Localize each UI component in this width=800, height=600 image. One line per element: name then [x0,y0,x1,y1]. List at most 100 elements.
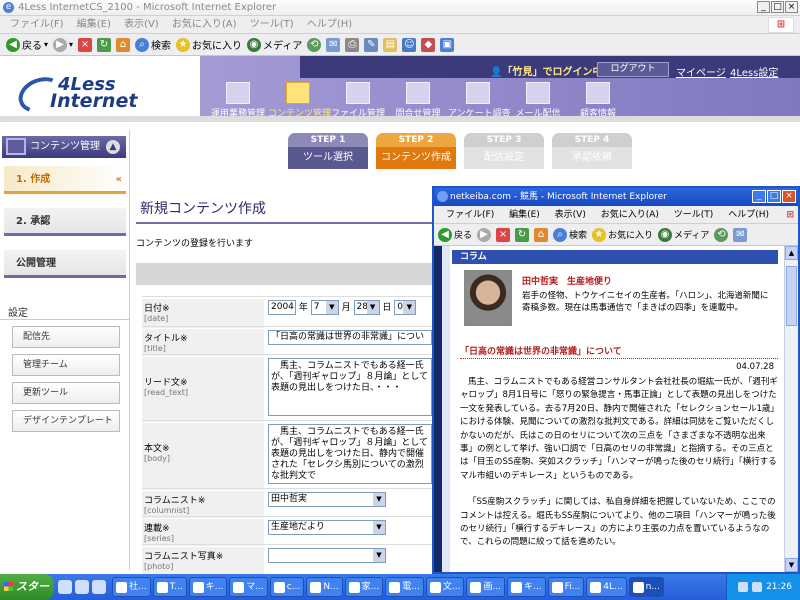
search-button[interactable]: ⌕ 検索 [135,37,171,52]
task-button[interactable]: 家... [344,577,384,597]
scroll-down-icon[interactable]: ▼ [785,558,798,572]
popup-menu-file[interactable]: ファイル(F) [446,210,494,220]
menu-favorites[interactable]: お気に入り(A) [172,19,237,30]
task-button[interactable]: N... [306,577,343,597]
title-input[interactable]: 「日高の常識は世界の非常識」につい [268,330,432,345]
task-button[interactable]: キ... [188,577,228,597]
task-button[interactable]: マ... [229,577,268,597]
back-button[interactable]: ◀ 戻る ▾ [6,37,48,52]
history-icon[interactable]: ⟲ [714,227,729,242]
menu-help[interactable]: ヘルプ(H) [307,19,352,30]
forward-arrow-icon[interactable]: ▶ [477,227,492,242]
sidebar-sub-team[interactable]: 管理チーム [12,354,120,376]
mail-icon[interactable]: ✉ [326,37,341,52]
popup-back-button[interactable]: ◀ 戻る [438,227,472,242]
refresh-icon[interactable]: ↻ [97,37,112,52]
nav-inquiry[interactable]: 問合せ管理 [388,82,448,119]
nav-survey[interactable]: アンケート調査 [448,82,511,119]
nav-customer[interactable]: 顧客情報 [568,82,628,119]
refresh-icon[interactable]: ↻ [515,227,530,242]
nav-mail[interactable]: メール配信 [508,82,568,119]
step-1[interactable]: STEP 1 ツール選択 [288,133,368,169]
nav-content[interactable]: コンテンツ管理 [268,82,331,119]
popup-minimize-button[interactable]: _ [752,190,766,203]
task-button[interactable]: Fi... [547,577,585,597]
lead-textarea[interactable]: 馬主、コラムニストでもある経一氏が、「週刊ギャロップ」８月論」として表題の見出し… [268,358,432,416]
popup-menu-edit[interactable]: 編集(E) [509,210,540,220]
favorites-button[interactable]: ★ お気に入り [176,37,242,52]
menu-edit[interactable]: 編集(E) [77,19,111,30]
media-button[interactable]: ◉ メディア [247,37,302,52]
logout-button[interactable]: ログアウト [597,62,669,77]
task-button-active[interactable]: n... [628,577,664,597]
quicklaunch-ie-icon[interactable] [58,580,72,594]
menu-view[interactable]: 表示(V) [124,19,159,30]
task-button[interactable]: 画... [466,577,506,597]
settings-link[interactable]: 4Less設定 [730,64,778,79]
folder-icon[interactable]: ▣ [440,37,455,52]
nav-operations[interactable]: 運用業務管理 [208,82,268,119]
minimize-button[interactable]: _ [757,1,770,13]
sidebar-sub-destination[interactable]: 配信先 [12,326,120,348]
series-select[interactable]: 生産地だより ▼ [268,520,386,535]
columnist-select[interactable]: 田中哲実 ▼ [268,492,386,507]
popup-scrollbar[interactable]: ▲ ▼ [784,246,798,572]
mail-icon[interactable]: ✉ [733,227,748,242]
research-icon[interactable]: ◆ [421,37,436,52]
sidebar-item-create[interactable]: 1. 作成 « [4,166,126,194]
discuss-icon[interactable]: ▤ [383,37,398,52]
scroll-thumb[interactable] [786,266,797,326]
print-icon[interactable]: ⎙ [345,37,360,52]
collapse-up-icon[interactable]: ▲ [106,140,120,154]
maximize-button[interactable]: □ [771,1,784,13]
sidebar-item-publish[interactable]: 公開管理 [4,250,126,278]
task-button[interactable]: キ... [507,577,546,597]
hour-select[interactable]: 0 ▼ [394,300,417,315]
body-textarea[interactable]: 馬主、コラムニストでもある経一氏が、「週刊ギャロップ」８月論」として表題の見出し… [268,424,432,484]
popup-search-button[interactable]: ⌕ 検索 [553,227,587,242]
popup-close-button[interactable]: × [782,190,796,203]
task-button[interactable]: 社... [112,577,151,597]
sidebar-item-approve[interactable]: 2. 承認 [4,208,126,236]
nav-files[interactable]: ファイル管理 [328,82,388,119]
tray-network-icon[interactable] [738,582,749,592]
day-select[interactable]: 28 ▼ [353,300,380,315]
tray-volume-icon[interactable] [752,582,763,592]
sidebar-sub-template[interactable]: デザインテンプレート [12,410,120,432]
messenger-icon[interactable]: ☺ [402,37,417,52]
popup-media-button[interactable]: ◉ メディア [658,227,709,242]
home-icon[interactable]: ⌂ [534,227,549,242]
menu-file[interactable]: ファイル(F) [10,19,64,30]
task-button[interactable]: T... [152,577,187,597]
popup-menu-favorites[interactable]: お気に入り(A) [601,210,659,220]
task-button[interactable]: 文... [425,577,465,597]
photo-field-wrap: ▼ [268,548,386,563]
forward-button[interactable]: ▶ ▾ [53,37,73,52]
popup-menu-tools[interactable]: ツール(T) [674,210,714,220]
stop-icon[interactable]: × [496,227,511,242]
quicklaunch-desktop-icon[interactable] [92,580,106,594]
year-input[interactable]: 2004 [268,300,296,315]
menu-tools[interactable]: ツール(T) [250,19,294,30]
popup-menu-view[interactable]: 表示(V) [555,210,586,220]
edit-icon[interactable]: ✎ [364,37,379,52]
task-button[interactable]: 4L... [586,577,627,597]
home-icon[interactable]: ⌂ [116,37,131,52]
popup-menu-help[interactable]: ヘルプ(H) [728,210,769,220]
task-button[interactable]: 電... [385,577,424,597]
photo-select[interactable]: ▼ [268,548,386,563]
task-button[interactable]: c... [269,577,305,597]
close-button[interactable]: × [785,1,798,13]
popup-favorites-button[interactable]: ★ お気に入り [592,227,653,242]
survey-icon [466,82,490,104]
history-icon[interactable]: ⟲ [307,37,322,52]
popup-maximize-button[interactable]: □ [767,190,781,203]
start-button[interactable]: スタート [0,574,54,600]
scroll-up-icon[interactable]: ▲ [785,246,798,260]
month-select[interactable]: 7 ▼ [310,300,339,315]
quicklaunch-mail-icon[interactable] [75,580,89,594]
clock[interactable]: 21:26 [766,582,792,592]
sidebar-sub-tool[interactable]: 更新ツール [12,382,120,404]
stop-icon[interactable]: × [78,37,93,52]
my-page-link[interactable]: マイページ [676,64,726,79]
